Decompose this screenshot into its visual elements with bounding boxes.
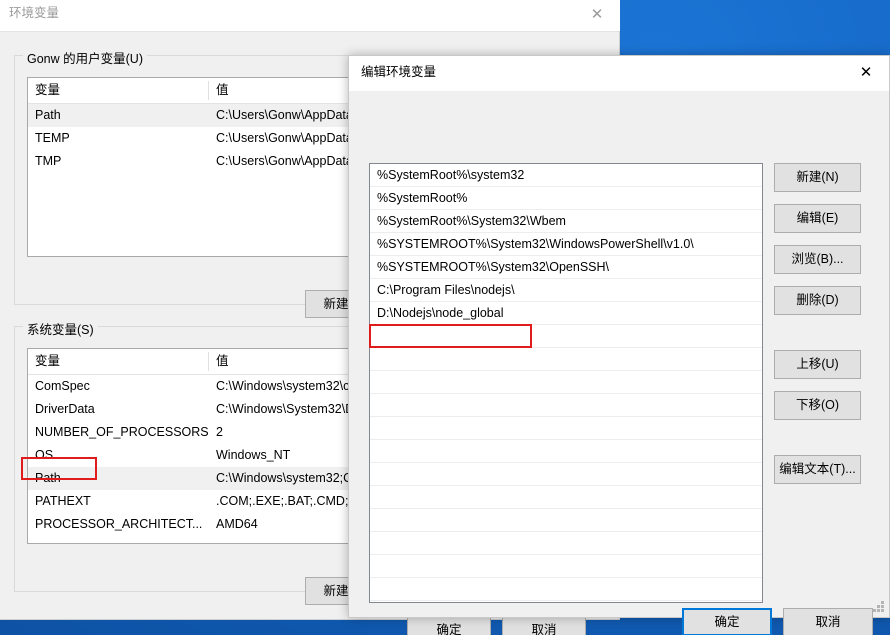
list-item-empty[interactable]: [370, 325, 762, 348]
list-item-empty[interactable]: [370, 509, 762, 532]
list-item-empty[interactable]: [370, 348, 762, 371]
list-item[interactable]: %SystemRoot%: [370, 187, 762, 210]
list-item[interactable]: %SYSTEMROOT%\System32\WindowsPowerShell\…: [370, 233, 762, 256]
list-item-empty[interactable]: [370, 532, 762, 555]
delete-button[interactable]: 删除(D): [774, 286, 861, 315]
background-ok-button[interactable]: 确定: [407, 617, 491, 635]
list-item-empty[interactable]: [370, 463, 762, 486]
edit-environment-variable-dialog: 编辑环境变量 ✕ %SystemRoot%\system32 %SystemRo…: [348, 55, 890, 635]
close-icon[interactable]: ✕: [843, 56, 889, 90]
system-variables-legend: 系统变量(S): [23, 319, 98, 338]
list-item-empty[interactable]: [370, 417, 762, 440]
browse-button[interactable]: 浏览(B)...: [774, 245, 861, 274]
system-col-variable[interactable]: 变量: [28, 349, 208, 374]
system-row-name: ComSpec: [35, 379, 90, 393]
user-row-name: TEMP: [35, 131, 70, 145]
dialog-title: 编辑环境变量: [361, 65, 437, 79]
list-item[interactable]: %SystemRoot%\System32\Wbem: [370, 210, 762, 233]
list-item[interactable]: D:\Nodejs\node_global: [370, 302, 762, 325]
desktop-root: 环境变量 ✕ Gonw 的用户变量(U) 变量 值 Path C:\Users\…: [0, 0, 890, 635]
user-row-name: Path: [35, 108, 61, 122]
path-entries-listbox[interactable]: %SystemRoot%\system32 %SystemRoot% %Syst…: [369, 163, 763, 603]
list-item[interactable]: %SystemRoot%\system32: [370, 164, 762, 187]
list-item[interactable]: C:\Program Files\nodejs\: [370, 279, 762, 302]
move-down-button[interactable]: 下移(O): [774, 391, 861, 420]
list-item-empty[interactable]: [370, 371, 762, 394]
list-item-empty[interactable]: [370, 394, 762, 417]
user-variables-legend: Gonw 的用户变量(U): [23, 48, 147, 67]
dialog-titlebar: 编辑环境变量 ✕: [349, 56, 889, 91]
close-icon[interactable]: ✕: [574, 0, 620, 30]
system-row-name: NUMBER_OF_PROCESSORS: [35, 425, 208, 439]
system-row-name: PATHEXT: [35, 494, 91, 508]
new-button[interactable]: 新建(N): [774, 163, 861, 192]
list-item[interactable]: %SYSTEMROOT%\System32\OpenSSH\: [370, 256, 762, 279]
system-row-name: DriverData: [35, 402, 95, 416]
system-row-name: OS: [35, 448, 54, 462]
ok-button[interactable]: 确定: [682, 608, 772, 635]
list-item-empty[interactable]: [370, 486, 762, 509]
edit-text-button[interactable]: 编辑文本(T)...: [774, 455, 861, 484]
move-up-button[interactable]: 上移(U): [774, 350, 861, 379]
list-item-empty[interactable]: [370, 440, 762, 463]
resize-grip[interactable]: [872, 601, 885, 614]
user-col-variable[interactable]: 变量: [28, 78, 208, 103]
background-cancel-button[interactable]: 取消: [502, 617, 586, 635]
list-item-empty[interactable]: [370, 555, 762, 578]
background-window-titlebar: 环境变量 ✕: [0, 0, 620, 31]
dialog-body: %SystemRoot%\system32 %SystemRoot% %Syst…: [349, 91, 889, 635]
system-row-name: Path: [35, 471, 61, 485]
system-row-name: PROCESSOR_ARCHITECT...: [35, 517, 203, 531]
list-item-empty[interactable]: [370, 578, 762, 601]
edit-button[interactable]: 编辑(E): [774, 204, 861, 233]
background-window-title: 环境变量: [9, 6, 60, 20]
user-row-name: TMP: [35, 154, 62, 168]
cancel-button[interactable]: 取消: [783, 608, 873, 635]
